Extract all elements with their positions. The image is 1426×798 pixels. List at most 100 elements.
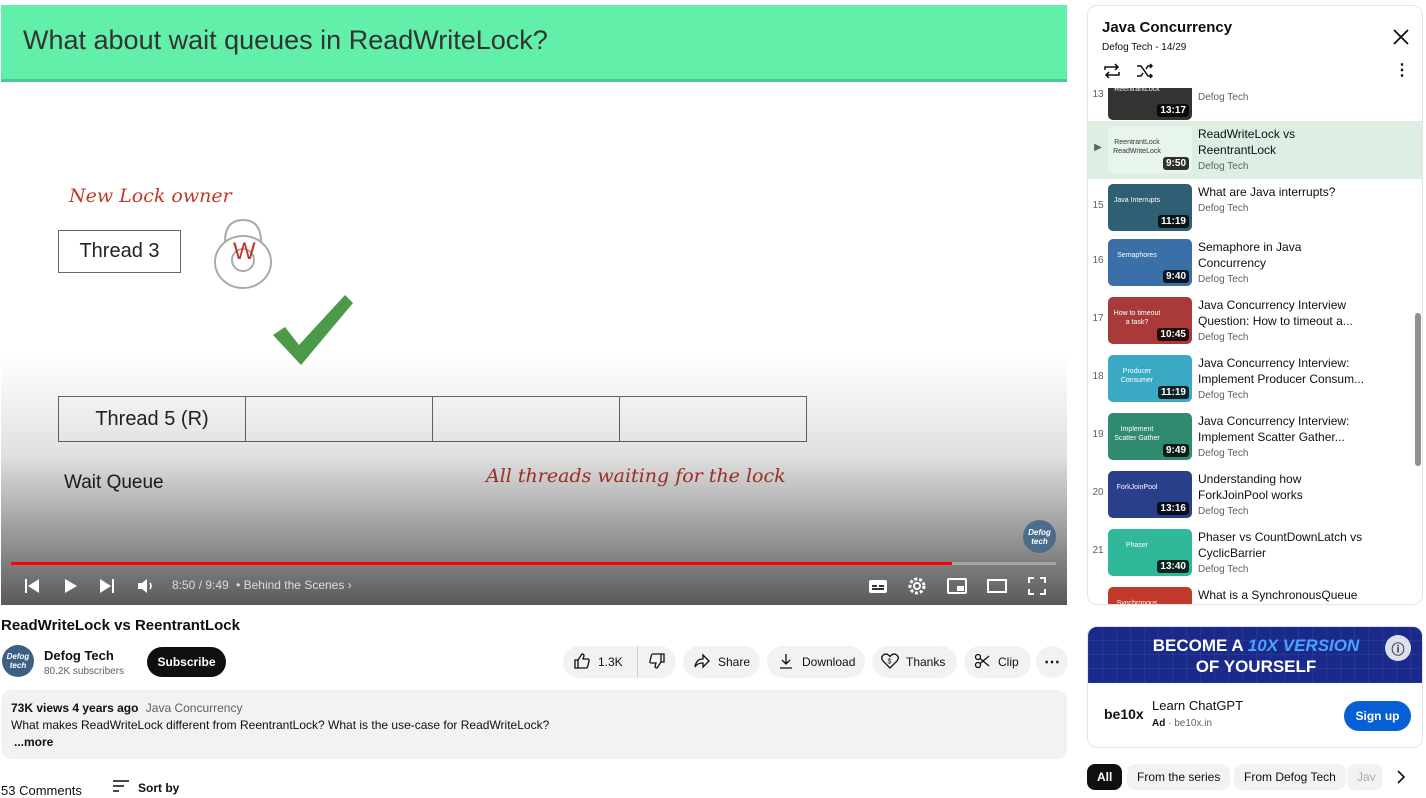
playlist-item[interactable]: 21 Phaser 13:40 Phaser vs CountDownLatch vs… (1088, 524, 1422, 582)
dislike-button[interactable] (638, 646, 676, 678)
description-meta: 73K views 4 years ago Java Concurrency (11, 701, 242, 715)
previous-icon[interactable] (17, 571, 47, 601)
chip-java[interactable]: Jav (1347, 764, 1383, 790)
queue-note: All threads waiting for the lock (486, 465, 786, 487)
playlist-item-duration: 9:50 (1162, 157, 1189, 170)
volume-icon[interactable] (131, 571, 161, 601)
playlist-item-thumbnail[interactable]: Producer Consumer 11:19 (1108, 355, 1192, 402)
comments-count: 53 Comments (1, 783, 82, 798)
time-value: 8:50 / 9:49 (172, 578, 229, 592)
playlist-item-thumbnail[interactable]: Phaser 13:40 (1108, 529, 1192, 576)
sort-by-button[interactable]: Sort by (112, 780, 179, 795)
download-label: Download (802, 655, 856, 669)
playlist-item-title[interactable]: Java Concurrency Interview: Implement Pr… (1198, 355, 1368, 387)
playlist-link[interactable]: Java Concurrency (146, 701, 243, 715)
playlist-item[interactable]: 19 Implement Scatter Gather 9:49 Java Concu… (1088, 408, 1422, 466)
playlist-item[interactable]: 22 Synchronous What is a SynchronousQueue (1088, 582, 1422, 605)
playlist-item-duration: 10:45 (1157, 328, 1189, 341)
playlist-item-index: 22 (1088, 603, 1108, 604)
playlist-item-thumbnail[interactable]: Semaphores 9:40 (1108, 239, 1192, 286)
playlist-item-title[interactable]: Semaphore in Java Concurrency (1198, 239, 1368, 271)
playlist-item-index: 20 (1092, 487, 1104, 498)
playlist-item-index: 15 (1092, 200, 1104, 211)
playlist-item-title[interactable]: What are Java interrupts? (1198, 184, 1368, 200)
chip-from-defog-tech[interactable]: From Defog Tech (1234, 764, 1346, 790)
playlist-item-thumbnail[interactable]: ReentrantLock ReadWriteLock 9:50 (1108, 126, 1192, 173)
ad-banner-line2: OF YOURSELF (1195, 657, 1317, 676)
close-icon[interactable] (1390, 26, 1412, 48)
loop-icon[interactable] (1102, 62, 1122, 80)
playlist-item-title[interactable]: ReadWriteLock vs ReentrantLock (1198, 126, 1368, 158)
playlist-item-thumbnail[interactable]: ReentrantLock 13:17 (1108, 88, 1192, 120)
like-button[interactable]: 1.3K (563, 646, 638, 678)
playlist-item[interactable]: ▶ ReentrantLock ReadWriteLock 9:50 ReadWrit… (1088, 121, 1422, 179)
slide-header: What about wait queues in ReadWriteLock? (1, 5, 1067, 82)
more-actions-icon[interactable]: ⋯ (1036, 646, 1068, 678)
chevron-right-icon[interactable] (1390, 766, 1412, 788)
show-more-link[interactable]: ...more (14, 735, 53, 749)
playlist-item-title[interactable]: What is a SynchronousQueue (1198, 587, 1368, 603)
playlist-menu-icon[interactable]: ⋮ (1394, 63, 1410, 79)
playlist-item-index: 21 (1092, 545, 1104, 556)
progress-bar[interactable] (11, 562, 1056, 565)
playlist-item[interactable]: 20 ForkJoinPool 13:16 Understanding how For… (1088, 466, 1422, 524)
fullscreen-icon[interactable] (1022, 571, 1052, 601)
playlist-item-thumbnail[interactable]: Implement Scatter Gather 9:49 (1108, 413, 1192, 460)
thumbnail-caption: Phaser (1125, 542, 1149, 549)
channel-name[interactable]: Defog Tech (44, 648, 114, 663)
sign-up-button[interactable]: Sign up (1344, 701, 1411, 731)
chip-from-series[interactable]: From the series (1127, 764, 1231, 790)
playlist-item-index: 16 (1092, 255, 1104, 266)
ad-banner-text: BECOME A 10X VERSION OF YOURSELF (1088, 635, 1422, 677)
ad-card[interactable]: BECOME A 10X VERSION OF YOURSELF ⓘ be10x… (1087, 626, 1423, 748)
play-icon[interactable] (56, 571, 86, 601)
playlist-item-thumbnail[interactable]: Java Interrupts 11:19 (1108, 184, 1192, 231)
download-button[interactable]: Download (767, 646, 865, 678)
playlist-item-title[interactable]: Phaser vs CountDownLatch vs CyclicBarrie… (1198, 529, 1368, 561)
playlist-subtitle: Defog Tech - 14/29 (1102, 42, 1187, 53)
playlist-title[interactable]: Java Concurrency (1102, 19, 1232, 36)
ad-banner[interactable]: BECOME A 10X VERSION OF YOURSELF ⓘ (1088, 627, 1422, 683)
miniplayer-icon[interactable] (942, 571, 972, 601)
subtitles-icon[interactable] (863, 571, 893, 601)
settings-gear-icon[interactable] (902, 571, 932, 601)
info-icon[interactable]: ⓘ (1385, 635, 1411, 661)
playlist-item-title[interactable]: tryLock and more (1198, 88, 1368, 89)
playlist-item-channel: Defog Tech (1198, 161, 1249, 172)
thumbnail-caption: ForkJoinPool (1116, 484, 1158, 491)
ad-title[interactable]: Learn ChatGPT (1152, 698, 1243, 713)
shuffle-icon[interactable] (1135, 62, 1155, 80)
thumbnail-caption: How to timeout a task? (1113, 310, 1161, 326)
playlist-item-duration: 13:16 (1157, 502, 1189, 515)
chapter-label[interactable]: • Behind the Scenes (236, 578, 344, 592)
chip-all[interactable]: All (1087, 764, 1123, 790)
playlist-item[interactable]: 18 Producer Consumer 11:19 Java Concurrency… (1088, 350, 1422, 408)
share-button[interactable]: Share (683, 646, 760, 678)
thanks-button[interactable]: $ Thanks (872, 646, 957, 678)
ad-banner-line1: BECOME A (1152, 636, 1248, 655)
channel-watermark[interactable]: Defog tech (1023, 520, 1056, 553)
scissors-icon (974, 653, 990, 672)
playlist-item[interactable]: 17 How to timeout a task? 10:45 Java Concur… (1088, 292, 1422, 350)
playlist-item[interactable]: 16 Semaphores 9:40 Semaphore in Java Concur… (1088, 234, 1422, 292)
ad-banner-highlight: 10X VERSION (1247, 636, 1360, 655)
playlist-item-channel: Defog Tech (1198, 203, 1249, 214)
next-icon[interactable] (92, 571, 122, 601)
playlist-item-title[interactable]: Java Concurrency Interview: Implement Sc… (1198, 413, 1368, 445)
playlist-item-title[interactable]: Understanding how ForkJoinPool works (1198, 471, 1368, 503)
playlist-item-thumbnail[interactable]: Synchronous (1108, 587, 1192, 605)
subscribe-button[interactable]: Subscribe (147, 647, 226, 677)
playlist-item-thumbnail[interactable]: ForkJoinPool 13:16 (1108, 471, 1192, 518)
clip-button[interactable]: Clip (964, 646, 1031, 678)
ad-logo: be10x (1104, 706, 1144, 722)
check-icon (271, 293, 356, 368)
playlist-item[interactable]: 15 Java Interrupts 11:19 What are Java inte… (1088, 179, 1422, 237)
video-player[interactable]: What about wait queues in ReadWriteLock?… (1, 5, 1067, 605)
channel-avatar[interactable]: Defog tech (2, 645, 34, 677)
playlist-item-thumbnail[interactable]: How to timeout a task? 10:45 (1108, 297, 1192, 344)
playlist-item-title[interactable]: Java Concurrency Interview Question: How… (1198, 297, 1368, 329)
description-box[interactable]: 73K views 4 years ago Java Concurrency W… (1, 690, 1067, 759)
thumbnail-caption: Synchronous (1116, 600, 1158, 605)
thumbs-down-icon (648, 652, 666, 673)
theater-mode-icon[interactable] (982, 571, 1012, 601)
